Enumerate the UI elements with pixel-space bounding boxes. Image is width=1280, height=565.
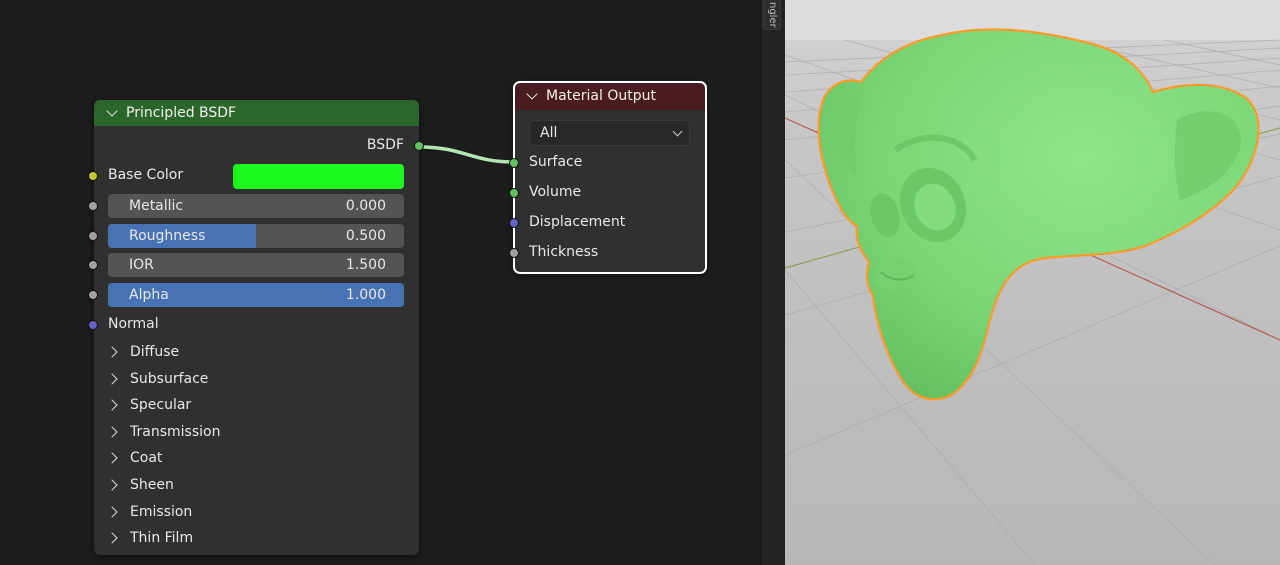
chevron-down-icon[interactable] bbox=[106, 105, 118, 117]
panel-diffuse[interactable]: Diffuse bbox=[106, 341, 180, 363]
target-dropdown-value: All bbox=[540, 125, 558, 141]
chevron-right-icon bbox=[106, 532, 118, 544]
volume-label: Volume bbox=[529, 184, 582, 200]
target-dropdown[interactable]: All bbox=[529, 120, 690, 146]
panel-coat-label: Coat bbox=[130, 450, 163, 466]
panel-coat[interactable]: Coat bbox=[106, 447, 163, 469]
chevron-down-icon bbox=[672, 126, 683, 137]
base-color-socket[interactable] bbox=[88, 171, 98, 181]
metallic-value: 0.000 bbox=[345, 198, 386, 214]
panel-emission-label: Emission bbox=[130, 504, 193, 520]
chevron-right-icon bbox=[106, 452, 118, 464]
metallic-socket[interactable] bbox=[88, 201, 98, 211]
panel-subsurface-label: Subsurface bbox=[130, 371, 209, 387]
ior-value: 1.500 bbox=[345, 257, 386, 273]
bsdf-output-socket[interactable] bbox=[414, 141, 424, 151]
displacement-label: Displacement bbox=[529, 214, 626, 230]
panel-transmission-label: Transmission bbox=[130, 424, 221, 440]
normal-label: Normal bbox=[108, 316, 159, 332]
ior-field[interactable]: IOR 1.500 bbox=[108, 253, 404, 277]
displacement-socket[interactable] bbox=[509, 218, 519, 228]
viewport-scene bbox=[785, 0, 1280, 565]
alpha-label: Alpha bbox=[129, 287, 169, 303]
panel-emission[interactable]: Emission bbox=[106, 501, 193, 523]
panel-thin-film-label: Thin Film bbox=[130, 530, 194, 546]
roughness-value: 0.500 bbox=[345, 228, 386, 244]
panel-subsurface[interactable]: Subsurface bbox=[106, 368, 209, 390]
sidebar-strip bbox=[760, 0, 786, 565]
node-editor[interactable]: Principled BSDF BSDF Base Color Metallic… bbox=[0, 0, 760, 565]
metallic-label: Metallic bbox=[129, 198, 184, 214]
principled-bsdf-title: Principled BSDF bbox=[126, 105, 237, 121]
alpha-socket[interactable] bbox=[88, 290, 98, 300]
principled-bsdf-header[interactable]: Principled BSDF bbox=[94, 100, 419, 126]
sidebar-tab[interactable]: ngler bbox=[763, 0, 781, 30]
thickness-label: Thickness bbox=[529, 244, 599, 260]
material-output-node[interactable]: Material Output All Surface Volume Displ… bbox=[509, 81, 707, 274]
metallic-field[interactable]: Metallic 0.000 bbox=[108, 194, 404, 218]
material-output-title: Material Output bbox=[546, 88, 656, 104]
normal-socket[interactable] bbox=[88, 320, 98, 330]
panel-specular-label: Specular bbox=[130, 397, 192, 413]
panel-sheen[interactable]: Sheen bbox=[106, 474, 174, 496]
base-color-swatch[interactable] bbox=[233, 164, 404, 189]
alpha-field[interactable]: Alpha 1.000 bbox=[108, 283, 404, 307]
chevron-right-icon bbox=[106, 346, 118, 358]
thickness-socket[interactable] bbox=[509, 248, 519, 258]
3d-viewport[interactable] bbox=[785, 0, 1280, 565]
surface-socket[interactable] bbox=[509, 158, 519, 168]
chevron-right-icon bbox=[106, 506, 118, 518]
base-color-label: Base Color bbox=[108, 167, 184, 183]
chevron-right-icon bbox=[106, 426, 118, 438]
principled-bsdf-node[interactable]: Principled BSDF BSDF Base Color Metallic… bbox=[88, 100, 424, 555]
panel-diffuse-label: Diffuse bbox=[130, 344, 180, 360]
chevron-down-icon[interactable] bbox=[526, 88, 538, 100]
panel-sheen-label: Sheen bbox=[130, 477, 174, 493]
bsdf-output-label: BSDF bbox=[366, 137, 404, 153]
panel-specular[interactable]: Specular bbox=[106, 394, 192, 416]
roughness-field[interactable]: Roughness 0.500 bbox=[108, 224, 404, 248]
chevron-right-icon bbox=[106, 373, 118, 385]
panel-transmission[interactable]: Transmission bbox=[106, 421, 221, 443]
material-output-header[interactable]: Material Output bbox=[514, 82, 706, 110]
ior-label: IOR bbox=[129, 257, 154, 273]
volume-socket[interactable] bbox=[509, 188, 519, 198]
ior-socket[interactable] bbox=[88, 260, 98, 270]
surface-label: Surface bbox=[529, 154, 583, 170]
roughness-label: Roughness bbox=[129, 228, 206, 244]
panel-thin-film[interactable]: Thin Film bbox=[106, 527, 194, 549]
alpha-value: 1.000 bbox=[345, 287, 386, 303]
chevron-right-icon bbox=[106, 399, 118, 411]
chevron-right-icon bbox=[106, 479, 118, 491]
roughness-socket[interactable] bbox=[88, 231, 98, 241]
